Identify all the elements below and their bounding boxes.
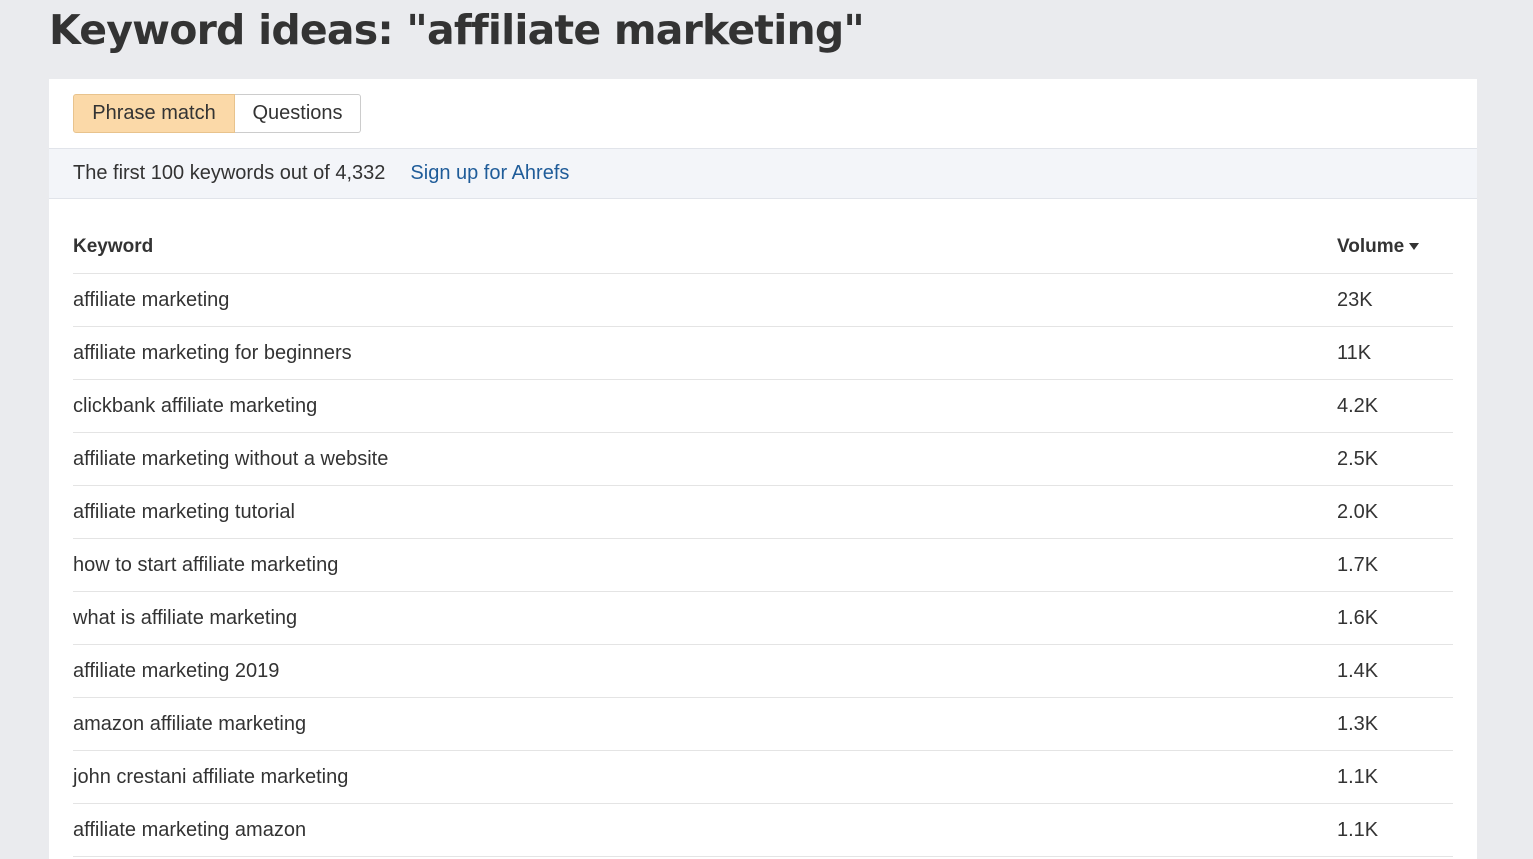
volume-cell: 2.0K [1337,500,1379,523]
results-info-bar: The first 100 keywords out of 4,332 Sign… [49,148,1477,199]
table-row: john crestani affiliate marketing 1.1K [73,751,1453,804]
keyword-cell[interactable]: affiliate marketing without a website [73,448,1337,471]
keyword-ideas-panel: Phrase match Questions The first 100 key… [49,79,1477,859]
volume-cell: 23K [1337,288,1373,311]
keyword-cell[interactable]: affiliate marketing for beginners [73,342,1337,365]
volume-cell: 11K [1337,341,1372,364]
table-row: affiliate marketing 2019 1.4K [73,645,1453,698]
table-row: affiliate marketing amazon 1.1K [73,804,1453,857]
table-row: affiliate marketing 23K [73,274,1453,327]
volume-cell: 1.1K [1337,818,1379,841]
table-body: affiliate marketing 23K affiliate marketin… [73,274,1453,857]
keywords-table: Keyword Volume affiliate marketing 23K aff… [73,221,1453,857]
volume-cell: 4.2K [1337,394,1379,417]
results-count-text: The first 100 keywords out of 4,332 [73,162,386,184]
volume-cell: 1.4K [1337,659,1379,682]
keyword-cell[interactable]: affiliate marketing tutorial [73,501,1337,524]
tab-questions[interactable]: Questions [235,94,361,133]
tab-phrase-match[interactable]: Phrase match [73,94,235,133]
volume-cell: 1.7K [1337,553,1379,576]
volume-column-label: Volume [1337,236,1405,257]
keyword-cell[interactable]: how to start affiliate marketing [73,554,1337,577]
page-title: Keyword ideas: "affiliate marketing" [49,6,865,54]
volume-cell: 1.1K [1337,765,1379,788]
table-row: affiliate marketing without a website 2.5… [73,433,1453,486]
table-row: clickbank affiliate marketing 4.2K [73,380,1453,433]
volume-cell: 1.6K [1337,606,1379,629]
volume-cell: 1.3K [1337,712,1379,735]
table-row: amazon affiliate marketing 1.3K [73,698,1453,751]
table-row: what is affiliate marketing 1.6K [73,592,1453,645]
match-type-tabs: Phrase match Questions [73,94,361,133]
keyword-cell[interactable]: affiliate marketing 2019 [73,660,1337,683]
volume-cell: 2.5K [1337,447,1379,470]
table-row: affiliate marketing for beginners 11K [73,327,1453,380]
volume-sort-header[interactable]: Volume [1337,236,1453,258]
table-row: how to start affiliate marketing 1.7K [73,539,1453,592]
signup-link[interactable]: Sign up for Ahrefs [410,162,569,185]
keyword-cell[interactable]: amazon affiliate marketing [73,713,1337,736]
keyword-cell[interactable]: affiliate marketing [73,289,1337,312]
keyword-column-header: Keyword [73,236,154,257]
keyword-cell[interactable]: what is affiliate marketing [73,607,1337,630]
table-row: affiliate marketing tutorial 2.0K [73,486,1453,539]
caret-down-icon [1409,243,1420,251]
table-header: Keyword Volume [73,221,1453,274]
keyword-cell[interactable]: affiliate marketing amazon [73,819,1337,842]
keyword-cell[interactable]: john crestani affiliate marketing [73,766,1337,789]
keyword-cell[interactable]: clickbank affiliate marketing [73,395,1337,418]
